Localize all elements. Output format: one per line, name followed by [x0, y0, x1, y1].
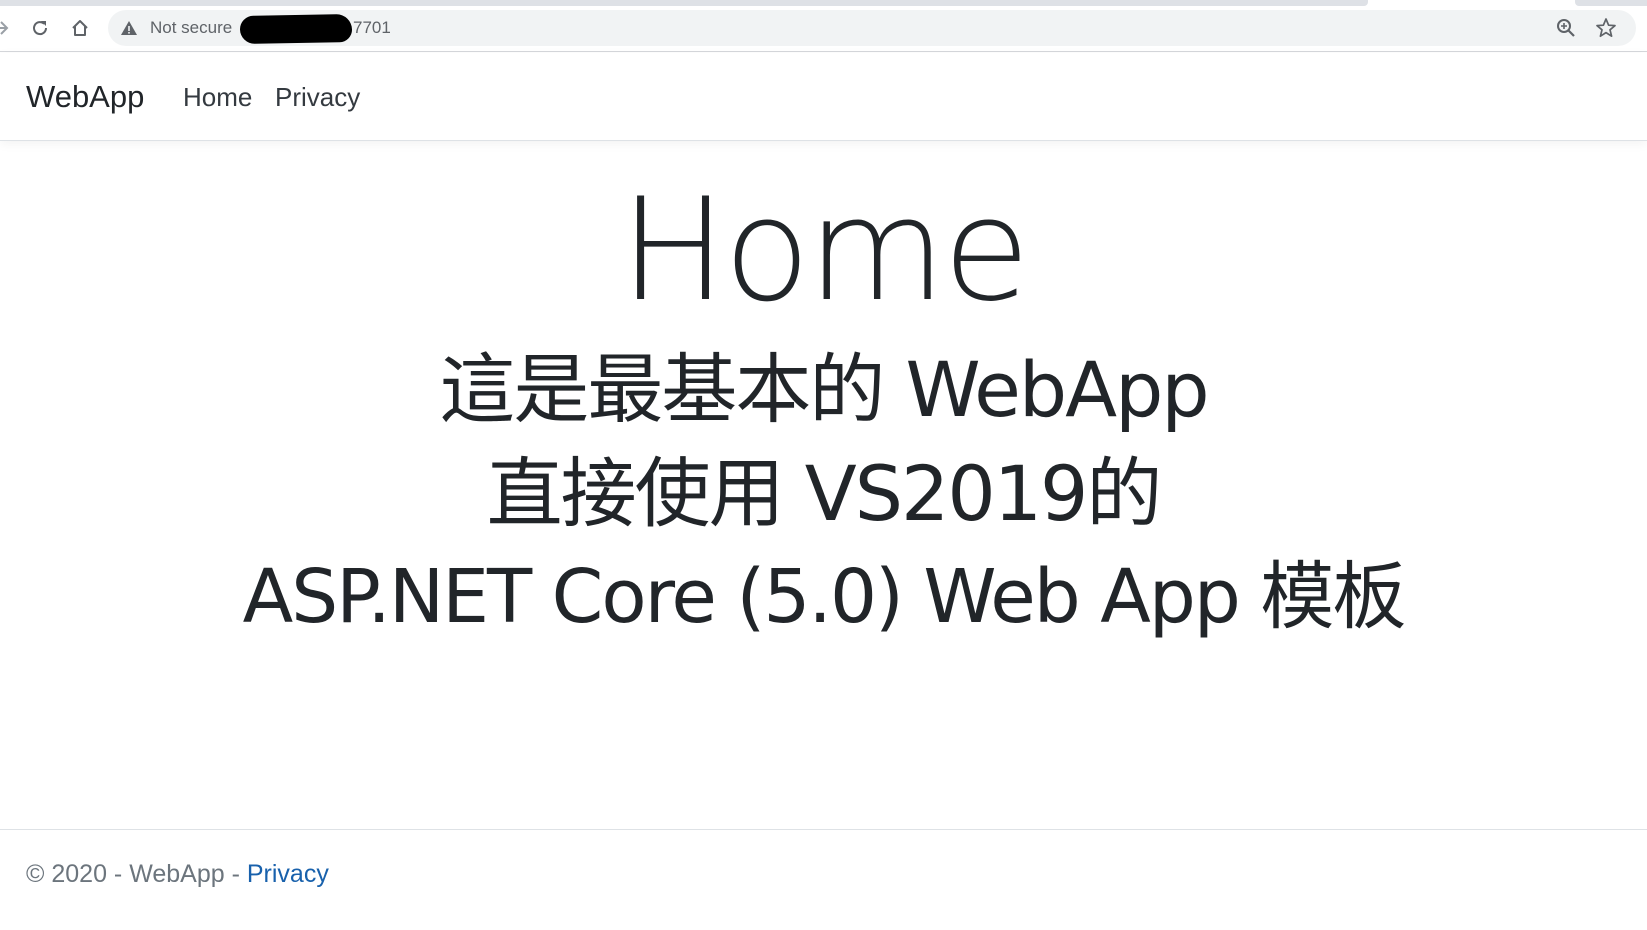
- main-content: Home 這是最基本的 WebApp 直接使用 VS2019的 ASP.NET …: [0, 142, 1647, 830]
- star-icon[interactable]: [1595, 17, 1617, 43]
- description-line-1: 這是最基本的 WebApp: [439, 345, 1209, 434]
- footer-copyright: © 2020 - WebApp -: [26, 860, 247, 888]
- description-line-3: ASP.NET Core (5.0) Web App 模板: [242, 554, 1407, 640]
- security-status[interactable]: Not secure: [150, 10, 232, 46]
- browser-toolbar: Not secure 7701: [0, 6, 1647, 52]
- reload-icon[interactable]: [26, 14, 54, 42]
- back-arrow-icon[interactable]: [0, 14, 14, 42]
- footer-text: © 2020 - WebApp - Privacy: [26, 860, 329, 889]
- warning-triangle-icon[interactable]: [120, 19, 138, 37]
- site-navbar: WebApp Home Privacy: [0, 53, 1647, 141]
- nav-link-home[interactable]: Home: [183, 53, 252, 141]
- nav-link-privacy[interactable]: Privacy: [275, 53, 360, 141]
- zoom-icon[interactable]: [1555, 17, 1577, 43]
- url-text[interactable]: 7701: [353, 10, 391, 46]
- page-title: Home: [619, 168, 1030, 333]
- address-bar[interactable]: Not secure 7701: [108, 10, 1636, 46]
- site-footer: © 2020 - WebApp - Privacy: [0, 829, 1647, 930]
- redacted-url-region: [239, 14, 353, 44]
- footer-privacy-link[interactable]: Privacy: [247, 860, 329, 888]
- description-line-2: 直接使用 VS2019的: [486, 449, 1163, 538]
- home-icon[interactable]: [66, 14, 94, 42]
- brand-link[interactable]: WebApp: [26, 53, 144, 141]
